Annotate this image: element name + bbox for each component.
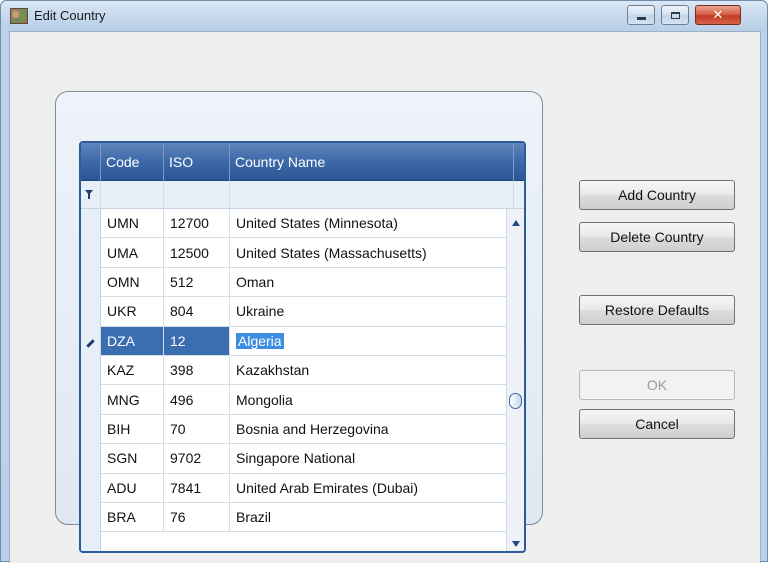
cell-iso[interactable]: 7841 (164, 473, 230, 502)
vertical-scrollbar[interactable] (506, 209, 524, 551)
cell-iso[interactable]: 12700 (164, 209, 230, 238)
filter-indicator-cell (81, 181, 101, 209)
cell-country-name[interactable]: Kazakhstan (230, 356, 514, 385)
filter-row (81, 181, 524, 209)
table-row[interactable]: OMN 512 Oman (101, 267, 514, 298)
grid-frame: Code ISO Country Name UMN 12700 United S… (55, 91, 543, 553)
column-header-iso[interactable]: ISO (164, 143, 230, 181)
cell-iso[interactable]: 76 (164, 503, 230, 532)
cell-code[interactable]: BRA (101, 503, 164, 532)
cell-code[interactable]: OMN (101, 267, 164, 297)
window-title: Edit Country (34, 8, 106, 23)
cell-country-name-text: Bosnia and Herzegovina (236, 420, 389, 437)
cell-iso[interactable]: 9702 (164, 444, 230, 473)
minimize-icon (636, 16, 646, 20)
add-country-button[interactable]: Add Country (579, 180, 735, 210)
cell-country-name[interactable]: Bosnia and Herzegovina (230, 414, 514, 444)
restore-defaults-button[interactable]: Restore Defaults (579, 295, 735, 325)
row-indicator-column (81, 209, 101, 551)
table-row[interactable]: MNG 496 Mongolia (101, 385, 514, 415)
cell-iso[interactable]: 804 (164, 297, 230, 326)
cell-code[interactable]: MNG (101, 385, 164, 414)
scroll-thumb[interactable] (509, 393, 522, 409)
grid-header: Code ISO Country Name (81, 143, 524, 181)
title-bar[interactable]: Edit Country ✕ (1, 1, 767, 31)
pencil-icon (86, 339, 95, 348)
column-header-country-name[interactable]: Country Name (230, 143, 514, 181)
table-row[interactable]: ADU 7841 United Arab Emirates (Dubai) (101, 473, 514, 503)
country-grid: Code ISO Country Name UMN 12700 United S… (79, 141, 526, 553)
dialog-client-area: Code ISO Country Name UMN 12700 United S… (9, 31, 761, 563)
cell-iso[interactable]: 12 (164, 326, 230, 355)
table-row[interactable]: UKR 804 Ukraine (101, 297, 514, 327)
table-row[interactable]: UMN 12700 United States (Minnesota) (101, 209, 514, 239)
cell-code[interactable]: UMA (101, 238, 164, 267)
maximize-button[interactable] (661, 5, 689, 25)
cell-country-name-editing[interactable]: Algeria (230, 326, 514, 355)
cell-code[interactable]: KAZ (101, 356, 164, 385)
cell-iso[interactable]: 70 (164, 414, 230, 444)
cell-country-name[interactable]: United States (Minnesota) (230, 209, 514, 238)
cell-code[interactable]: UMN (101, 209, 164, 238)
filter-icon (85, 190, 93, 199)
cell-iso[interactable]: 398 (164, 356, 230, 385)
cell-country-name[interactable]: Mongolia (230, 385, 514, 414)
scroll-down-arrow-icon[interactable] (512, 541, 520, 547)
cell-country-name[interactable]: United Arab Emirates (Dubai) (230, 473, 514, 502)
cell-iso[interactable]: 12500 (164, 238, 230, 267)
cell-country-name-text: Brazil (236, 509, 272, 526)
column-header-code[interactable]: Code (101, 143, 164, 181)
minimize-button[interactable] (627, 5, 655, 25)
cell-country-name-text: Oman (236, 273, 275, 290)
cell-country-name[interactable]: United States (Massachusetts) (230, 238, 514, 267)
delete-country-button[interactable]: Delete Country (579, 222, 735, 252)
cell-code[interactable]: DZA (101, 326, 164, 355)
close-icon: ✕ (712, 7, 724, 23)
cell-code[interactable]: SGN (101, 444, 164, 473)
filter-cell-iso[interactable] (164, 181, 230, 209)
filter-cell-country-name[interactable] (230, 181, 514, 209)
cell-country-name-text: Ukraine (236, 303, 285, 320)
table-row[interactable]: BIH 70 Bosnia and Herzegovina (101, 414, 514, 445)
edit-country-window: Edit Country ✕ Code ISO Country Name UMN… (0, 0, 768, 563)
cell-country-name-text: Kazakhstan (236, 362, 310, 379)
filter-cell-code[interactable] (101, 181, 164, 209)
table-row-selected[interactable]: DZA 12 Algeria (101, 326, 514, 356)
cell-country-name-text: Mongolia (236, 391, 293, 408)
table-row[interactable]: SGN 9702 Singapore National (101, 444, 514, 474)
cell-country-name-text: United States (Massachusetts) (236, 244, 427, 261)
close-button[interactable]: ✕ (695, 5, 741, 25)
cancel-button[interactable]: Cancel (579, 409, 735, 439)
cell-country-name-text: United Arab Emirates (Dubai) (236, 479, 419, 496)
cell-country-name[interactable]: Oman (230, 267, 514, 297)
table-row[interactable]: BRA 76 Brazil (101, 503, 514, 533)
cell-code[interactable]: ADU (101, 473, 164, 502)
maximize-icon (670, 11, 680, 19)
cell-country-name-text: United States (Minnesota) (236, 215, 398, 232)
cell-country-name[interactable]: Ukraine (230, 297, 514, 326)
cell-iso[interactable]: 496 (164, 385, 230, 414)
scroll-up-arrow-icon[interactable] (512, 220, 520, 226)
ok-button[interactable]: OK (579, 370, 735, 400)
cell-country-name[interactable]: Brazil (230, 503, 514, 532)
country-map-icon (10, 8, 28, 24)
cell-country-name-text: Algeria (236, 332, 284, 349)
cell-code[interactable]: BIH (101, 414, 164, 444)
table-row[interactable]: KAZ 398 Kazakhstan (101, 356, 514, 386)
cell-iso[interactable]: 512 (164, 267, 230, 297)
header-indicator-cell (81, 143, 101, 181)
cell-code[interactable]: UKR (101, 297, 164, 326)
table-row[interactable]: UMA 12500 United States (Massachusetts) (101, 238, 514, 268)
cell-country-name-text: Singapore National (236, 450, 356, 467)
cell-country-name[interactable]: Singapore National (230, 444, 514, 473)
